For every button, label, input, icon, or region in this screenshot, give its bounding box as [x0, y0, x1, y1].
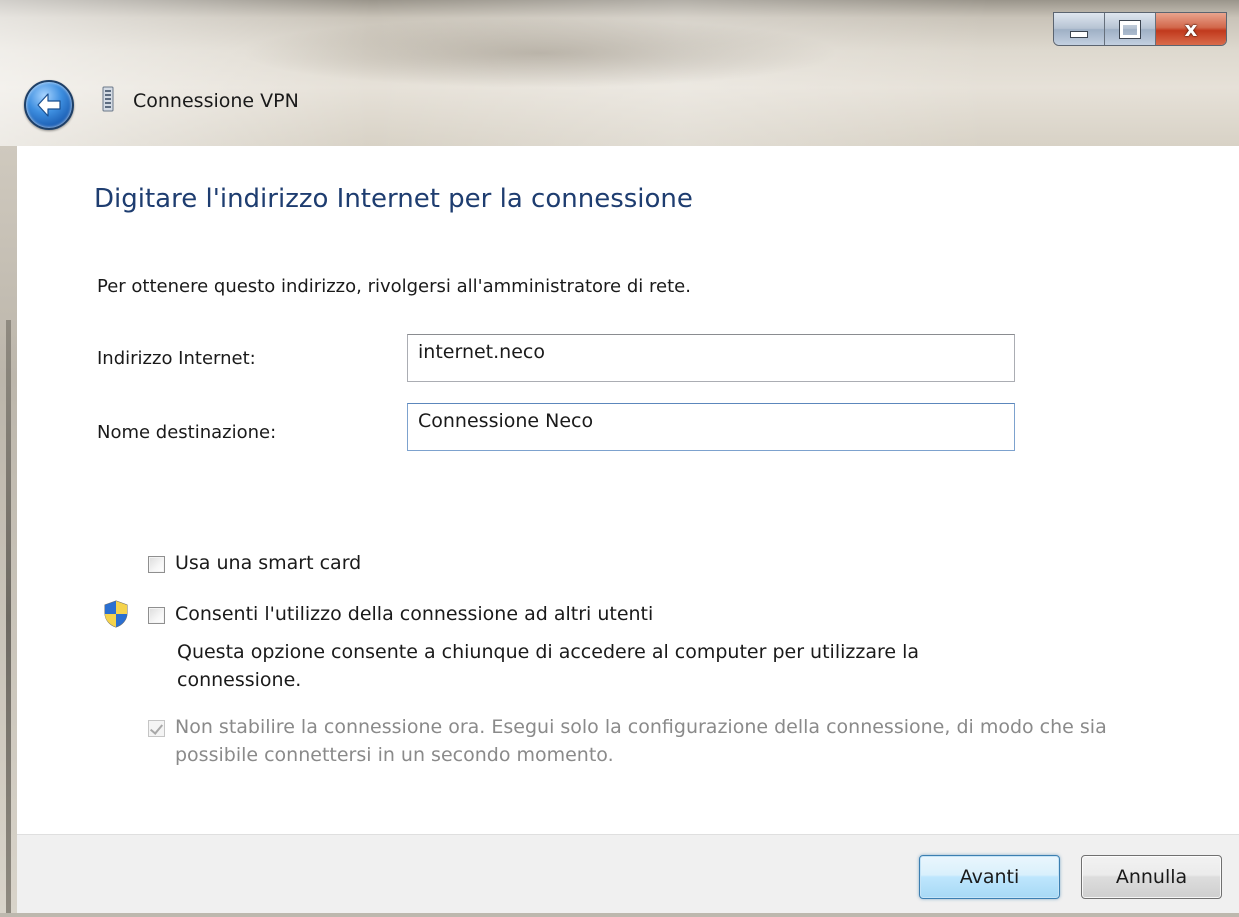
- dont-connect-now-option: Non stabilire la connessione ora. Esegui…: [148, 716, 1128, 769]
- close-icon: x: [1184, 17, 1198, 41]
- caption-buttons: x: [1053, 12, 1227, 46]
- destination-name-label: Nome destinazione:: [97, 422, 277, 443]
- allow-others-option: Consenti l'utilizzo della connessione ad…: [148, 603, 653, 628]
- window-title: Connessione VPN: [133, 90, 299, 112]
- internet-address-label: Indirizzo Internet:: [97, 348, 256, 369]
- network-icon: [102, 86, 114, 112]
- smart-card-checkbox[interactable]: [148, 556, 165, 573]
- cancel-button[interactable]: Annulla: [1081, 855, 1222, 899]
- allow-others-label[interactable]: Consenti l'utilizzo della connessione ad…: [175, 600, 653, 628]
- window-bottom-border: [0, 913, 1239, 917]
- window-left-border-shadow: [6, 320, 11, 917]
- internet-address-input[interactable]: [407, 334, 1015, 382]
- wizard-content: Digitare l'indirizzo Internet per la con…: [17, 146, 1239, 834]
- dont-connect-now-checkbox[interactable]: [148, 720, 165, 737]
- smart-card-label[interactable]: Usa una smart card: [175, 549, 361, 577]
- allow-others-checkbox[interactable]: [148, 607, 165, 624]
- close-button[interactable]: x: [1156, 13, 1226, 45]
- maximize-button[interactable]: [1105, 13, 1156, 45]
- instruction-text: Per ottenere questo indirizzo, rivolgers…: [97, 276, 691, 297]
- wizard-footer: Avanti Annulla: [17, 834, 1239, 917]
- minimize-button[interactable]: [1054, 13, 1105, 45]
- back-arrow-icon: [37, 93, 61, 117]
- smart-card-option: Usa una smart card: [148, 552, 361, 577]
- dont-connect-now-label: Non stabilire la connessione ora. Esegui…: [175, 716, 1107, 766]
- uac-shield-icon: [104, 600, 128, 628]
- minimize-icon: [1070, 30, 1088, 38]
- maximize-icon: [1119, 19, 1141, 39]
- page-title: Digitare l'indirizzo Internet per la con…: [94, 184, 693, 214]
- wizard-window: x Connessione VPN Digitare l'indirizzo I…: [0, 0, 1239, 917]
- next-button[interactable]: Avanti: [919, 855, 1060, 899]
- destination-name-input[interactable]: [407, 403, 1015, 451]
- allow-others-description: Questa opzione consente a chiunque di ac…: [177, 641, 920, 691]
- back-button[interactable]: [24, 80, 74, 130]
